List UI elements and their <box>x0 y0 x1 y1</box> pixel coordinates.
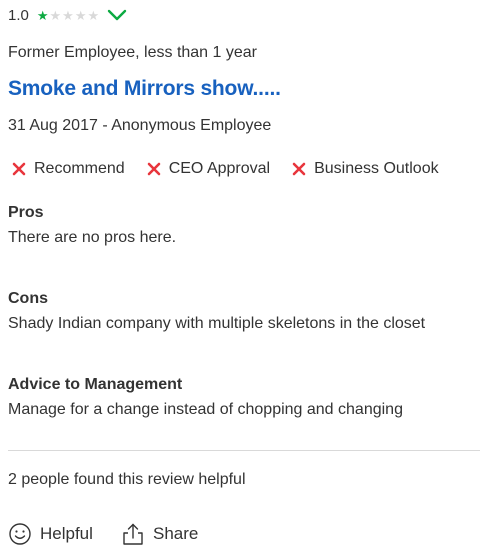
helpful-label: Helpful <box>40 524 93 543</box>
advice-heading: Advice to Management <box>8 376 183 393</box>
cons-text: Shady Indian company with multiple skele… <box>8 315 426 332</box>
flag-label: CEO Approval <box>168 160 271 177</box>
x-icon <box>147 162 161 176</box>
helpful-count: 2 people found this review helpful <box>8 471 246 488</box>
share-label: Share <box>153 524 199 543</box>
share-button[interactable]: Share <box>121 522 198 546</box>
chevron-down-icon[interactable] <box>107 8 127 22</box>
star-icon: ★ <box>87 7 100 23</box>
divider <box>8 450 480 451</box>
flag-recommend: Recommend <box>12 160 125 178</box>
star-icon: ★ <box>74 7 87 23</box>
review-flags: Recommend CEO Approval Business Outlook <box>12 160 461 178</box>
flag-label: Recommend <box>34 160 125 177</box>
rating-value: 1.0 <box>8 6 29 24</box>
reviewer-job-title: Former Employee, less than 1 year <box>8 44 257 61</box>
star-icon: ★ <box>62 7 74 23</box>
pros-heading: Pros <box>8 204 44 221</box>
flag-label: Business Outlook <box>314 160 439 177</box>
smiley-icon <box>9 523 31 545</box>
x-icon <box>12 162 26 176</box>
pros-text: There are no pros here. <box>8 229 177 246</box>
rating-row: 1.0 ★ ★ ★ ★ ★ <box>8 4 127 26</box>
review-title-link[interactable]: Smoke and Mirrors show..... <box>8 77 281 101</box>
helpful-button[interactable]: Helpful <box>8 522 93 546</box>
star-icon: ★ <box>36 7 49 23</box>
flag-business-outlook: Business Outlook <box>292 160 439 178</box>
review-meta: 31 Aug 2017 - Anonymous Employee <box>8 117 272 134</box>
share-icon <box>123 523 143 545</box>
star-rating: ★ ★ ★ ★ ★ <box>37 9 99 22</box>
cons-heading: Cons <box>8 290 48 307</box>
x-icon <box>292 162 306 176</box>
flag-ceo-approval: CEO Approval <box>147 160 270 178</box>
star-icon: ★ <box>49 7 62 23</box>
advice-text: Manage for a change instead of chopping … <box>8 401 403 418</box>
